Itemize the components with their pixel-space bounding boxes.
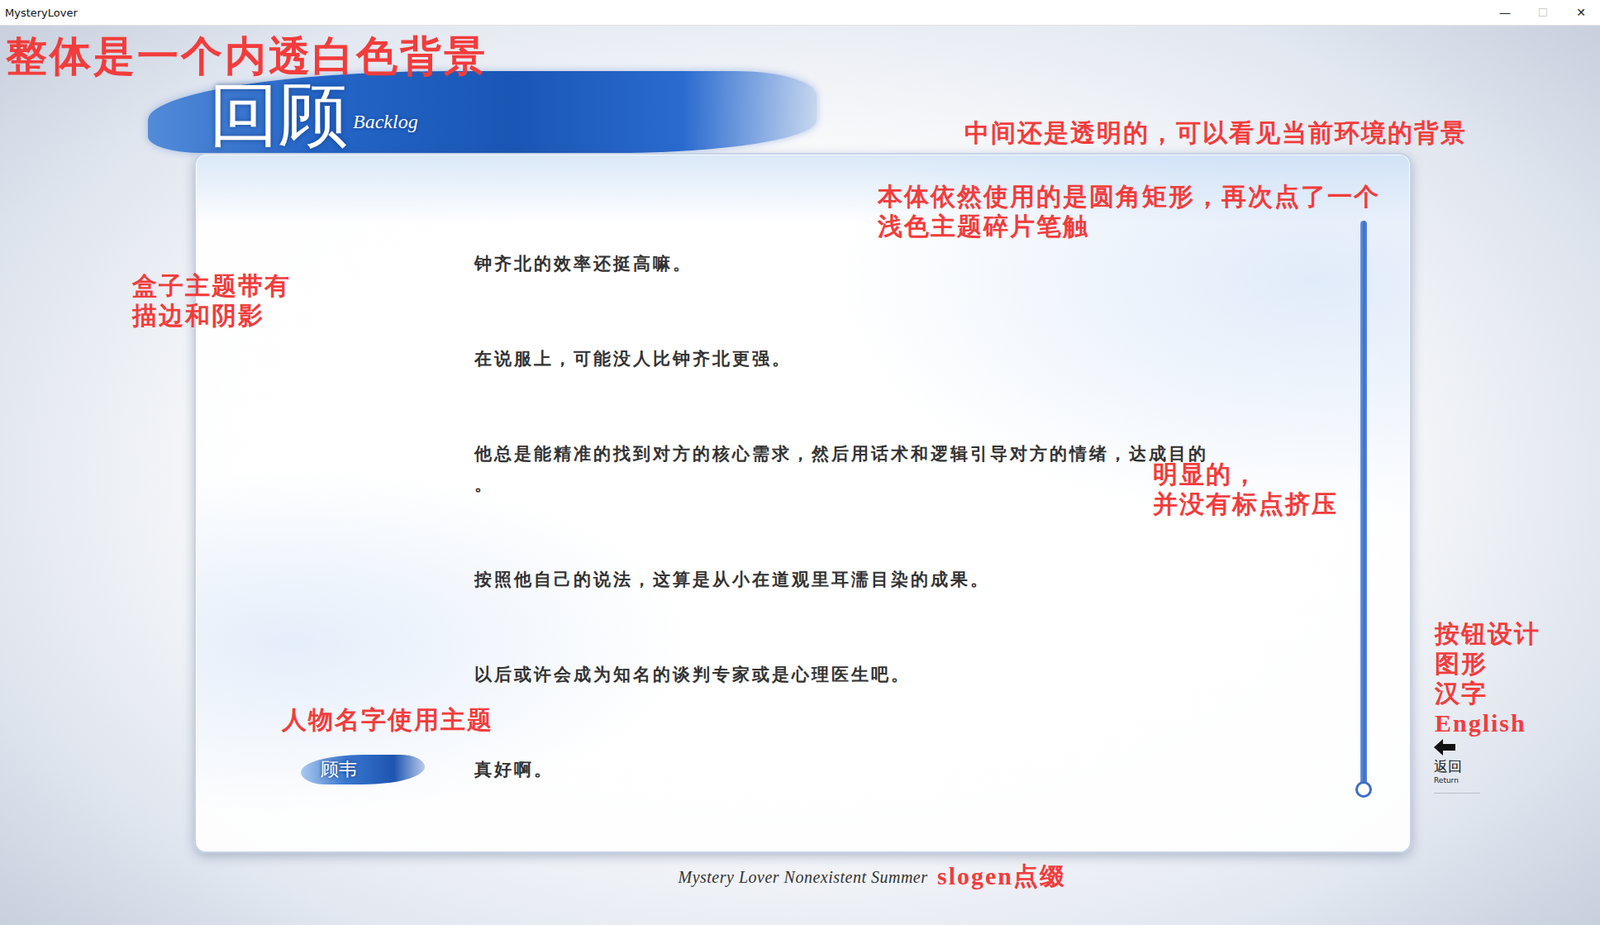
backlog-entry[interactable]: 顾韦 真好啊。	[284, 754, 1356, 786]
entry-list: 钟齐北的效率还挺高嘛。在说服上，可能没人比钟齐北更强。他总是能精准的找到对方的核…	[195, 154, 1356, 852]
backlog-entry[interactable]: 按照他自己的说法，这算是从小在道观里耳濡目染的成果。	[284, 564, 1356, 596]
header-title: 回顾	[209, 80, 348, 153]
entry-line: 以后或许会成为知名的谈判专家或是心理医生吧。	[474, 659, 1356, 691]
annotation-line: 按钮设计	[1434, 619, 1541, 649]
entry-text: 钟齐北的效率还挺高嘛。	[474, 248, 1356, 280]
entry-line: 。	[474, 469, 1356, 500]
speaker-cell: 顾韦	[284, 754, 475, 785]
stage: 回顾Backlog钟齐北的效率还挺高嘛。在说服上，可能没人比钟齐北更强。他总是能…	[0, 25, 1600, 925]
backlog-entry[interactable]: 在说服上，可能没人比钟齐北更强。	[284, 343, 1356, 375]
window-title: MysteryLover	[4, 6, 78, 20]
speaker-name: 顾韦	[300, 754, 425, 785]
backlog-entry[interactable]: 他总是能精准的找到对方的核心需求，然后用话术和逻辑引导对方的情绪，达成目的。	[284, 438, 1356, 500]
scroll-knob[interactable]	[1355, 780, 1372, 798]
main-row: 钟齐北的效率还挺高嘛。在说服上，可能没人比钟齐北更强。他总是能精准的找到对方的核…	[194, 152, 1600, 853]
annotation-line: 本体依然使用的是圆角矩形，再次点了一个	[877, 181, 1381, 212]
annotation: 整体是一个内透白色背景	[5, 33, 488, 80]
entry-line: 钟齐北的效率还挺高嘛。	[474, 248, 1356, 280]
backlog-entry[interactable]: 钟齐北的效率还挺高嘛。	[284, 248, 1356, 280]
annotation: 本体依然使用的是圆角矩形，再次点了一个浅色主题碎片笔触	[877, 181, 1381, 242]
window-control-button[interactable]: —	[1485, 0, 1524, 25]
annotation-line: 明显的，	[1152, 459, 1339, 490]
return-button[interactable]: 返回Return	[1433, 738, 1484, 794]
entry-line: 他总是能精准的找到对方的核心需求，然后用话术和逻辑引导对方的情绪，达成目的	[474, 438, 1356, 470]
entry-text: 在说服上，可能没人比钟齐北更强。	[474, 343, 1356, 375]
header-brush: 回顾Backlog	[147, 71, 817, 153]
annotation: 明显的，并没有标点挤压	[1152, 459, 1339, 520]
entry-text: 真好啊。	[474, 754, 1356, 786]
header-subtitle: Backlog	[352, 110, 419, 153]
entry-text: 他总是能精准的找到对方的核心需求，然后用话术和逻辑引导对方的情绪，达成目的。	[474, 438, 1356, 500]
back-arrow-icon	[1433, 738, 1456, 756]
side-column: 返回Return	[1411, 152, 1600, 853]
backlog-screen: MysteryLover—☐✕回顾Backlog钟齐北的效率还挺高嘛。在说服上，…	[0, 0, 1600, 925]
backlog-panel: 钟齐北的效率还挺高嘛。在说服上，可能没人比钟齐北更强。他总是能精准的找到对方的核…	[194, 152, 1412, 853]
entry-line: 在说服上，可能没人比钟齐北更强。	[474, 343, 1356, 375]
return-label: 返回	[1433, 757, 1462, 777]
scrollbar	[1355, 154, 1372, 852]
annotation-line: English	[1434, 708, 1541, 739]
annotation-line: 浅色主题碎片笔触	[877, 211, 1381, 242]
slogan: Mystery Lover Nonexistent Summer	[677, 867, 928, 887]
title-bar: MysteryLover —☐✕	[0, 0, 1600, 26]
entry-line: 真好啊。	[474, 754, 1356, 786]
annotation-line: 描边和阴影	[132, 300, 291, 331]
annotation-line: 盒子主题带有	[132, 271, 291, 301]
scroll-track[interactable]	[1360, 220, 1367, 790]
entry-text: 以后或许会成为知名的谈判专家或是心理医生吧。	[474, 659, 1356, 691]
annotation-line: 整体是一个内透白色背景	[5, 33, 488, 80]
window-controls: —☐✕	[1485, 0, 1600, 25]
annotation: 中间还是透明的，可以看见当前环境的背景	[964, 118, 1467, 148]
header: 回顾Backlog	[147, 71, 1600, 153]
return-rule	[1433, 792, 1481, 794]
annotation: slogen点缀	[937, 861, 1067, 891]
annotation-line: 人物名字使用主题	[281, 704, 494, 735]
annotation-line: 中间还是透明的，可以看见当前环境的背景	[964, 118, 1467, 148]
slogan-row: Mystery Lover Nonexistent Summer	[194, 852, 1412, 887]
backlog-entry[interactable]: 以后或许会成为知名的谈判专家或是心理医生吧。	[284, 659, 1356, 691]
annotation: 盒子主题带有描边和阴影	[132, 271, 291, 331]
window-control-button: ☐	[1523, 0, 1562, 25]
return-sublabel: Return	[1433, 776, 1459, 785]
entry-text: 按照他自己的说法，这算是从小在道观里耳濡目染的成果。	[474, 564, 1356, 596]
annotation-line: 并没有标点挤压	[1152, 489, 1339, 520]
annotation: 按钮设计图形汉字English	[1434, 619, 1541, 739]
annotation-line: 汉字	[1434, 678, 1541, 709]
annotation-line: 图形	[1434, 648, 1541, 679]
entry-line: 按照他自己的说法，这算是从小在道观里耳濡目染的成果。	[474, 564, 1356, 596]
annotation: 人物名字使用主题	[281, 704, 494, 735]
window-control-button[interactable]: ✕	[1561, 0, 1600, 25]
annotation-line: slogen点缀	[937, 861, 1067, 891]
